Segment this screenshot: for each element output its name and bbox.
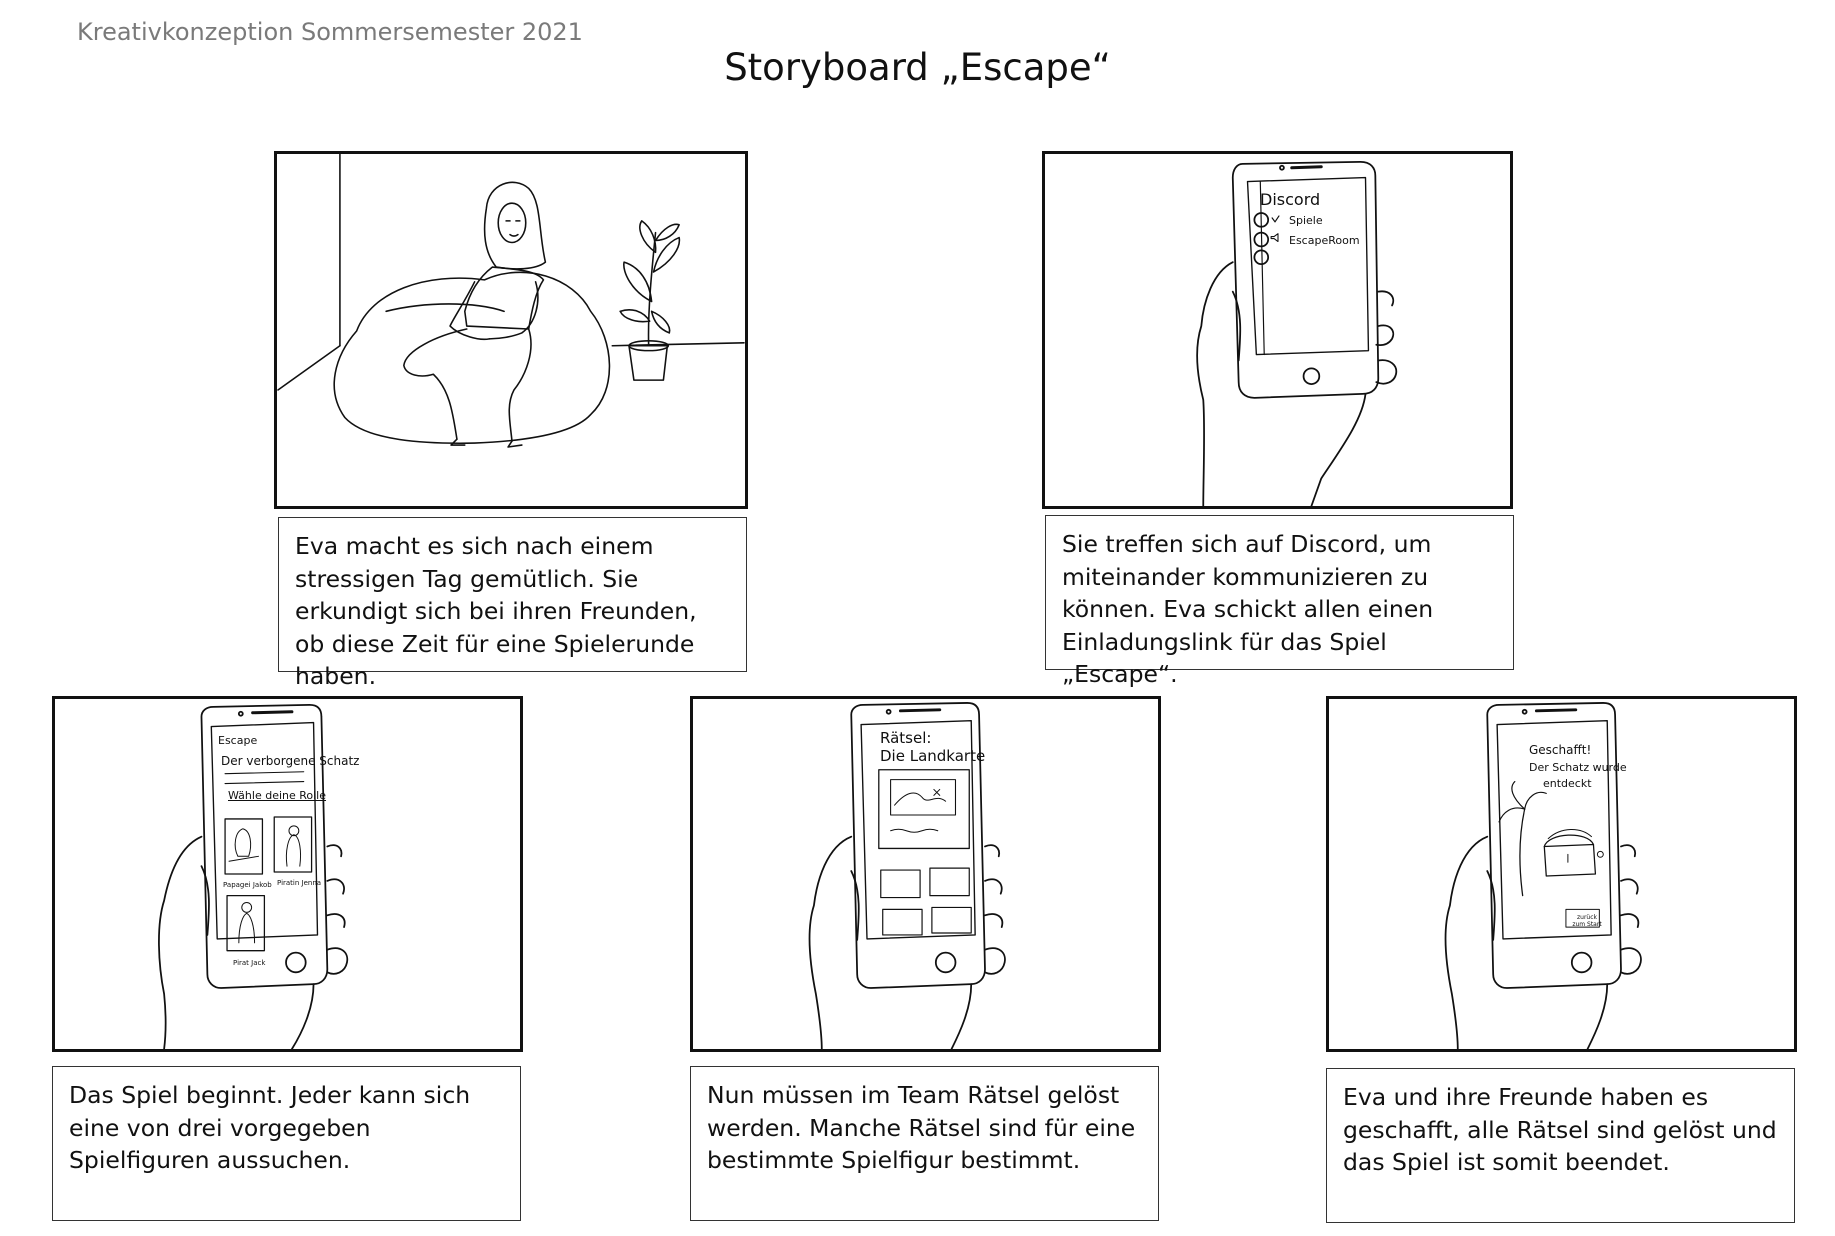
escape-app-title: Escape <box>218 734 258 747</box>
panel-1-sketch <box>277 154 745 448</box>
success-message-line2: entdeckt <box>1543 777 1592 790</box>
panel-5-frame: Geschafft! Der Schatz wurde entdeckt zur… <box>1326 696 1797 1052</box>
discord-app-title: Discord <box>1260 190 1321 209</box>
role-label-papagei: Papagei Jakob <box>223 881 272 889</box>
panel-3-frame: Escape Der verborgene Schatz Wähle deine… <box>52 696 523 1052</box>
back-to-start-button[interactable]: zurück zum Start <box>1571 914 1603 928</box>
course-label: Kreativkonzeption Sommersemester 2021 <box>77 18 583 46</box>
back-to-start-line2: zum Start <box>1572 921 1602 928</box>
success-title: Geschafft! <box>1529 743 1592 757</box>
role-label-pirat: Pirat Jack <box>233 959 266 967</box>
puzzle-label: Rätsel: <box>880 729 932 747</box>
panel-3-sketch <box>158 704 349 1049</box>
escape-game-heading: Der verborgene Schatz <box>221 754 360 768</box>
panel-5-caption: Eva und ihre Freunde haben es geschafft,… <box>1326 1068 1795 1223</box>
panel-2-frame: Discord Spiele EscapeRoom <box>1042 151 1513 509</box>
puzzle-title: Die Landkarte <box>880 747 986 765</box>
role-label-piratin: Piratin Jenna <box>277 879 322 887</box>
discord-channel-spiele: Spiele <box>1289 214 1323 227</box>
success-message-line1: Der Schatz wurde <box>1529 761 1627 774</box>
discord-channel-escaperoom: EscapeRoom <box>1289 234 1360 247</box>
panel-1-frame <box>274 151 748 509</box>
page-title: Storyboard „Escape“ <box>724 46 1111 89</box>
panel-1-caption: Eva macht es sich nach einem stressigen … <box>278 517 747 690</box>
panel-3-caption: Das Spiel beginnt. Jeder kann sich eine … <box>52 1066 521 1221</box>
panel-2-caption: Sie treffen sich auf Discord, um miteina… <box>1045 515 1514 688</box>
panel-4-caption: Nun müssen im Team Rätsel gelöst werden.… <box>690 1066 1159 1221</box>
panel-4-frame: Rätsel: Die Landkarte <box>690 696 1161 1052</box>
back-to-start-line1: zurück <box>1577 914 1597 921</box>
escape-role-prompt: Wähle deine Rolle <box>228 789 327 802</box>
